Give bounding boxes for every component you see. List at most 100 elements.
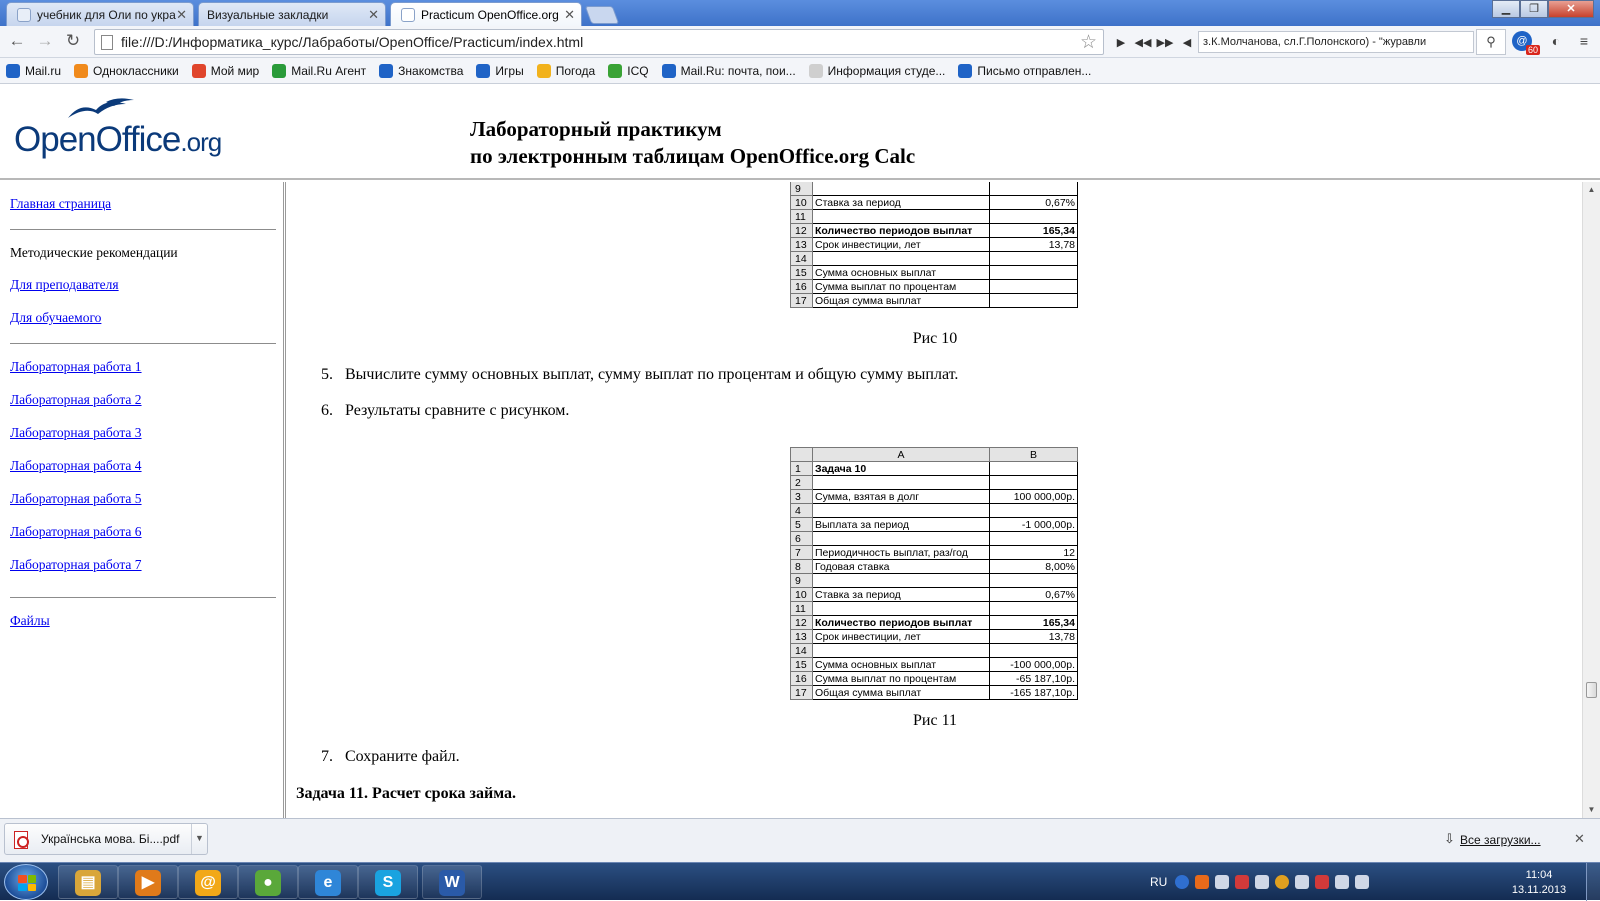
cell-value: 8,00% [989,559,1078,574]
play-icon[interactable]: ▶ [1110,36,1132,49]
bookmark-item[interactable]: Погода [536,63,595,78]
volume-icon[interactable] [1355,875,1370,889]
sidebar-item-lab-1[interactable]: Лабораторная работа 1 [10,359,142,375]
now-playing-text[interactable]: з.К.Молчанова, сл.Г.Полонского) - "журав… [1198,31,1474,53]
tray-app-icon[interactable] [1255,875,1270,889]
vertical-scrollbar[interactable]: ▲ ▼ [1582,182,1600,818]
page-header: OpenOffice.org Лабораторный практикум по… [0,84,1600,180]
seagulls-icon [68,98,134,118]
row-number: 2 [790,475,813,490]
sidebar-item-files[interactable]: Файлы [10,613,50,629]
tray-app-icon[interactable] [1295,875,1310,889]
sidebar-item-home[interactable]: Главная страница [10,196,111,212]
address-bar[interactable]: file:///D:/Информатика_курс/Лабработы/Op… [94,29,1104,55]
close-window-button[interactable]: ✕ [1548,0,1594,18]
row-number: 9 [790,182,813,196]
scroll-down-arrow[interactable]: ▼ [1583,802,1600,818]
fast-forward-icon[interactable]: ▶▶ [1154,36,1176,49]
bookmark-label: Письмо отправлен... [977,63,1092,78]
sidebar-item-lab-6[interactable]: Лабораторная работа 6 [10,524,142,540]
tab-practicum[interactable]: Practicum OpenOffice.org ✕ [390,2,582,27]
bookmark-item[interactable]: Mail.Ru: почта, пои... [661,63,796,78]
download-item[interactable]: Українська мова. Бі....pdf ▼ [4,823,208,855]
bookmark-item[interactable]: Информация студе... [808,63,945,78]
cell-label [812,503,990,518]
cell-value: -65 187,10р. [989,671,1078,686]
taskbar-app-button[interactable]: W [422,865,482,899]
reload-button[interactable]: ↻ [62,30,84,52]
cell-label: Сумма основных выплат [812,265,990,280]
system-tray: RU [1150,863,1375,901]
minimize-button[interactable]: ▁ [1492,0,1520,18]
help-icon[interactable] [1175,875,1190,889]
page-icon [101,35,113,50]
mailru-icon [17,8,31,22]
close-icon[interactable]: ✕ [1574,831,1585,847]
sidebar-item-student[interactable]: Для обучаемого [10,310,101,326]
sidebar-item-lab-3[interactable]: Лабораторная работа 3 [10,425,142,441]
volume-icon[interactable]: ◀ [1176,36,1198,49]
task-11-heading: Задача 11. Расчет срока займа. [296,785,516,802]
close-icon[interactable]: ✕ [564,3,575,27]
bookmark-item[interactable]: Знакомства [379,63,463,78]
row-number: 17 [790,685,813,700]
download-icon: ⇩ [1444,831,1455,846]
show-all-downloads-link[interactable]: Все загрузки... [1460,833,1541,847]
tab-uchebnik[interactable]: учебник для Оли по укра ✕ [6,2,194,26]
network-icon[interactable] [1335,875,1350,889]
bookmark-item[interactable]: ICQ [608,63,649,78]
bookmark-star-icon[interactable]: ☆ [1080,31,1097,54]
row-number: 16 [790,671,813,686]
odnoklassniki-icon [74,63,89,78]
title-line-2: по электронным таблицам OpenOffice.org C… [470,144,916,168]
search-button[interactable]: ⚲ [1476,29,1506,55]
sidebar-item-lab-4[interactable]: Лабораторная работа 4 [10,458,142,474]
scroll-up-arrow[interactable]: ▲ [1583,182,1600,198]
mail-notifier-icon[interactable]: @60 [1512,31,1540,55]
tray-app-icon[interactable] [1275,875,1290,889]
sidebar-item-lab-7[interactable]: Лабораторная работа 7 [10,557,142,573]
taskbar-app-button[interactable]: @ [178,865,238,899]
explorer-icon: ▤ [75,870,101,896]
extension-icon[interactable]: ◐ [1544,30,1568,52]
bookmark-item[interactable]: Мой мир [191,63,259,78]
tab-visual-bookmarks[interactable]: Визуальные закладки ✕ [198,2,386,26]
bookmark-item[interactable]: Игры [476,63,524,78]
clock[interactable]: 11:04 13.11.2013 [1510,868,1568,898]
back-button[interactable]: ← [6,30,28,52]
taskbar-app-button[interactable]: ▤ [58,865,118,899]
scroll-thumb[interactable] [1586,682,1597,698]
maximize-button[interactable]: ❐ [1520,0,1548,18]
taskbar-app-button[interactable]: ▶ [118,865,178,899]
window-controls: ▁ ❐ ✕ [1492,0,1594,18]
bookmark-item[interactable]: Mail.ru [6,63,61,78]
close-icon[interactable]: ✕ [176,3,187,26]
bookmark-item[interactable]: Mail.Ru Агент [272,63,366,78]
new-tab-button[interactable] [584,6,620,24]
wrench-menu-icon[interactable]: ≡ [1572,30,1596,52]
tray-app-icon[interactable] [1195,875,1210,889]
sidebar-item-lab-2[interactable]: Лабораторная работа 2 [10,392,142,408]
bluetooth-icon[interactable] [1215,875,1230,889]
tray-app-icon[interactable] [1315,875,1330,889]
forward-button[interactable]: → [34,30,56,52]
rewind-icon[interactable]: ◀◀ [1132,36,1154,49]
bookmark-item[interactable]: Письмо отправлен... [958,63,1092,78]
taskbar-app-button[interactable]: ● [238,865,298,899]
cell-value: 165,34 [989,615,1078,630]
start-button[interactable] [4,864,48,900]
sheet-row: 3 Сумма, взятая в долг 100 000,00р. [790,489,1078,504]
language-indicator[interactable]: RU [1150,875,1167,889]
sheet-row: 6 [790,531,1078,546]
sidebar-item-lab-5[interactable]: Лабораторная работа 5 [10,491,142,507]
openoffice-logo[interactable]: OpenOffice.org [14,96,224,166]
cell-label [812,601,990,616]
taskbar-app-button[interactable]: S [358,865,418,899]
close-icon[interactable]: ✕ [368,3,379,26]
bookmark-item[interactable]: Одноклассники [74,63,179,78]
tray-app-icon[interactable] [1235,875,1250,889]
taskbar-app-button[interactable]: e [298,865,358,899]
sidebar-item-teacher[interactable]: Для преподавателя [10,277,119,293]
show-desktop-button[interactable] [1586,863,1600,901]
chevron-down-icon[interactable]: ▼ [191,824,207,854]
